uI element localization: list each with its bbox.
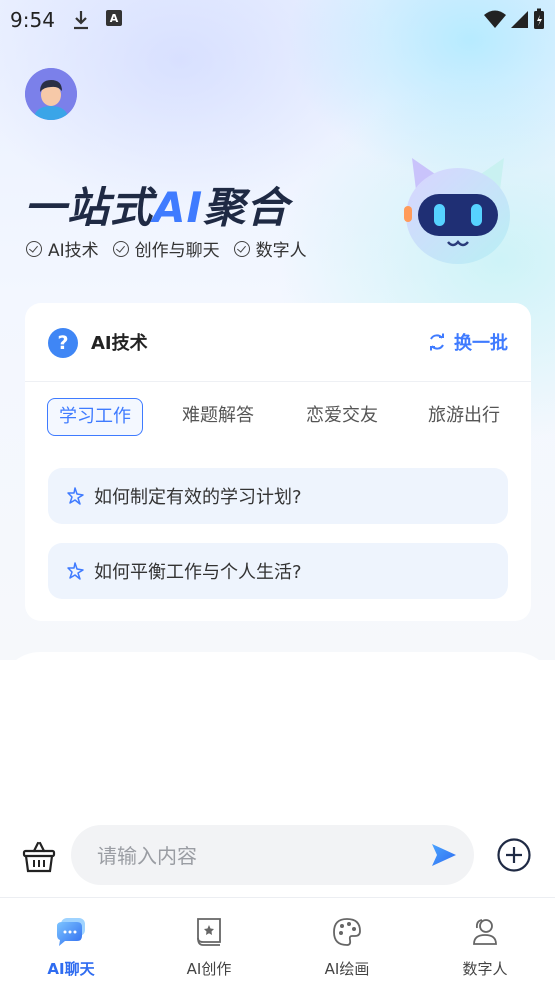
tab-label: AI聊天 — [47, 960, 95, 978]
ai-tech-card: ? AI技术 换一批 学习工作 难题解答 恋爱交友 旅游出行 如何制定有效的学习… — [25, 303, 531, 621]
tab-label: AI绘画 — [324, 960, 370, 978]
input-row — [0, 825, 555, 887]
suggested-question-text: 如何制定有效的学习计划? — [94, 487, 302, 508]
card-header: ? AI技术 换一批 — [25, 303, 531, 382]
battery-icon — [534, 8, 544, 29]
hero-tag-label: 数字人 — [255, 241, 307, 261]
check-circle-icon — [112, 240, 129, 257]
hero-tags: AI技术 创作与聊天 数字人 — [26, 236, 307, 261]
message-input[interactable] — [95, 840, 419, 872]
notification-a-icon: A — [106, 10, 122, 26]
tab-ai-create[interactable]: AI创作 — [140, 898, 278, 986]
hero-title-suffix: 聚合 — [203, 183, 290, 232]
hero-title-ai: AI — [153, 183, 204, 232]
sparkle-icon — [67, 562, 84, 580]
refresh-button[interactable]: 换一批 — [428, 329, 508, 355]
bottom-tab-bar: AI聊天 AI创作 AI绘画 数字人 — [0, 897, 555, 986]
suggested-question-text: 如何平衡工作与个人生活? — [94, 562, 302, 583]
category-tabs: 学习工作 难题解答 恋爱交友 旅游出行 — [47, 398, 517, 436]
hero-tag: 数字人 — [233, 236, 307, 261]
person-icon — [473, 919, 497, 945]
card-title: AI技术 — [91, 333, 148, 354]
sparkle-icon — [67, 487, 84, 505]
hero-tag: 创作与聊天 — [112, 236, 220, 261]
message-input-box — [71, 825, 474, 885]
tab-digital-human[interactable]: 数字人 — [416, 898, 554, 986]
tab-label: 数字人 — [462, 960, 508, 978]
robot-mascot-icon — [404, 158, 510, 264]
check-circle-icon — [26, 240, 42, 257]
tab-label: AI创作 — [186, 960, 232, 978]
wifi-icon — [484, 10, 506, 28]
status-time: 9:54 — [10, 8, 55, 32]
check-circle-icon — [233, 240, 250, 257]
tab-study-work[interactable]: 学习工作 — [47, 398, 143, 436]
palette-icon — [333, 918, 361, 946]
suggested-question[interactable]: 如何平衡工作与个人生活? — [48, 543, 508, 599]
status-right-icons — [483, 8, 545, 30]
avatar[interactable] — [25, 68, 77, 120]
avatar-icon — [25, 68, 77, 120]
basket-icon[interactable] — [22, 841, 56, 873]
tab-ai-chat[interactable]: AI聊天 — [2, 898, 140, 986]
tab-problem-solving[interactable]: 难题解答 — [169, 398, 267, 436]
signal-icon — [511, 11, 528, 28]
download-icon — [74, 11, 88, 30]
refresh-label: 换一批 — [454, 333, 508, 354]
tab-ai-paint[interactable]: AI绘画 — [278, 898, 416, 986]
hero-tag-label: 创作与聊天 — [134, 241, 220, 261]
suggested-question[interactable]: 如何制定有效的学习计划? — [48, 468, 508, 524]
refresh-icon — [430, 333, 444, 351]
tab-dating[interactable]: 恋爱交友 — [293, 398, 391, 436]
hero-title-prefix: 一站式 — [24, 183, 154, 232]
tab-travel[interactable]: 旅游出行 — [415, 398, 513, 436]
status-bar: 9:54 A — [0, 0, 555, 40]
hero-tag: AI技术 — [26, 236, 99, 261]
send-icon[interactable] — [430, 841, 458, 869]
add-icon[interactable] — [497, 838, 531, 872]
chat-bubble-icon — [57, 918, 85, 946]
hero-tag-label: AI技术 — [48, 241, 99, 261]
hero-title: 一站式AI聚合 — [24, 174, 289, 235]
book-star-icon — [197, 918, 221, 946]
question-icon: ? — [48, 328, 78, 358]
